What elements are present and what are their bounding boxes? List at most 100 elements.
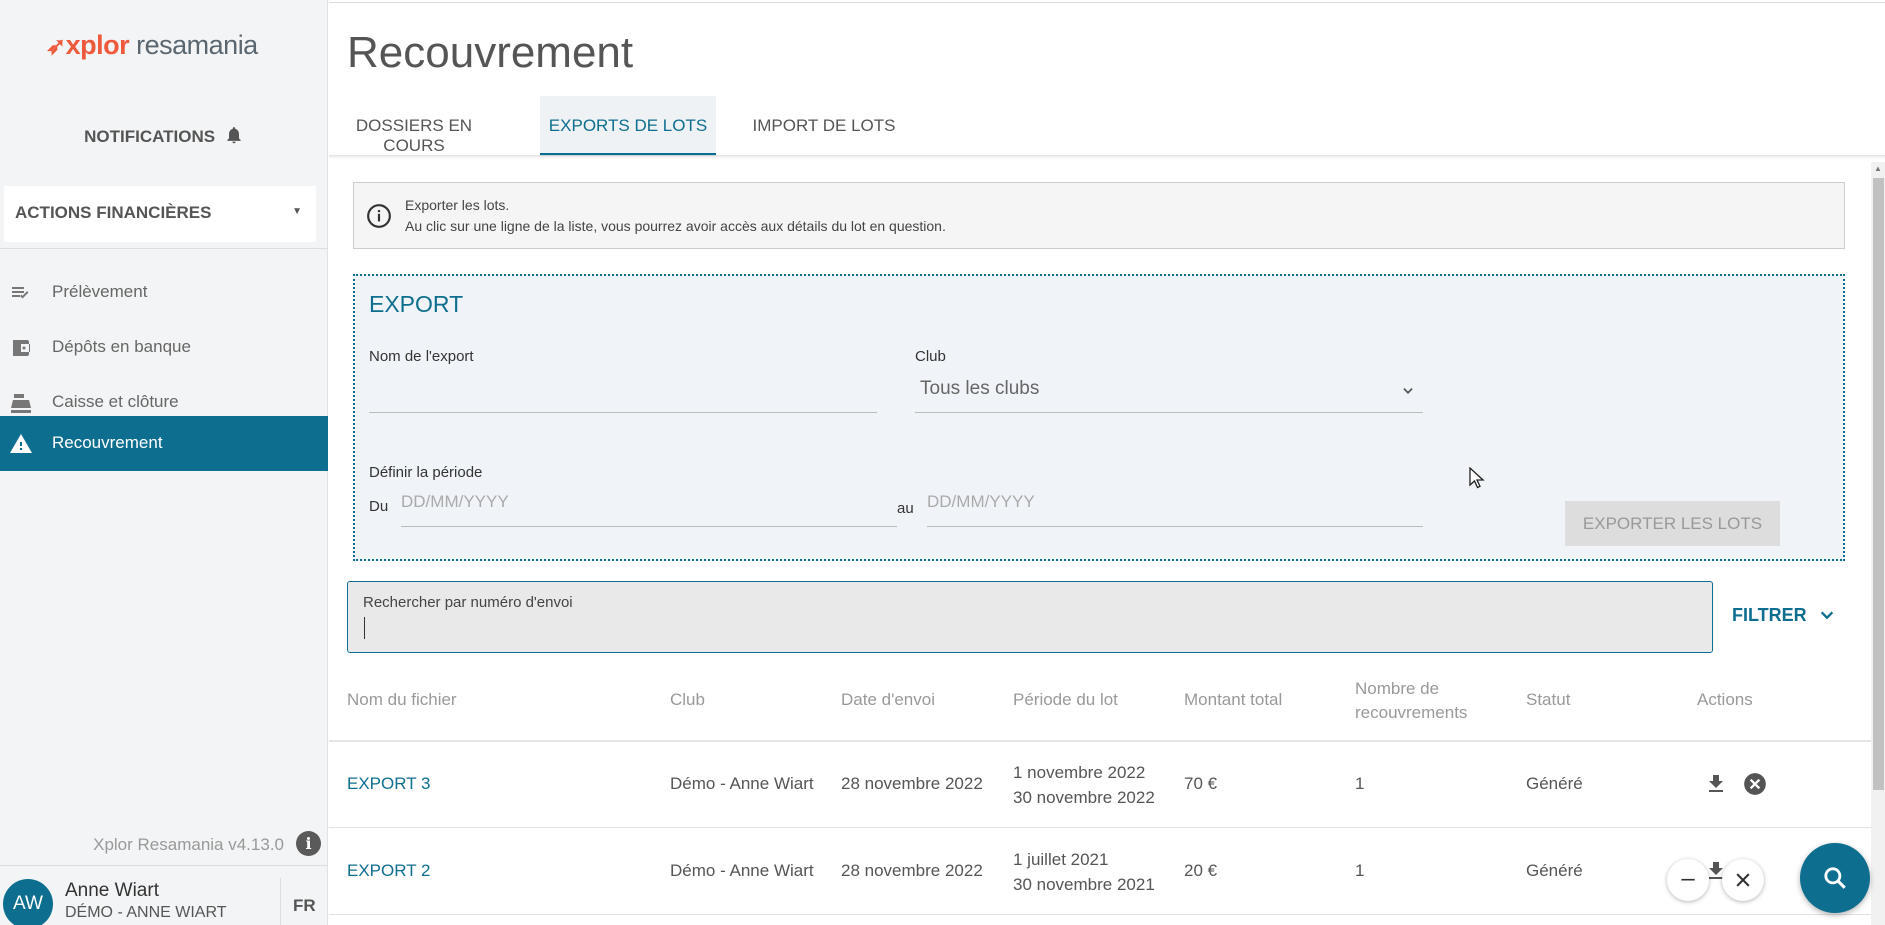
divider [280, 878, 281, 925]
date-to-input[interactable]: DD/MM/YYYY [927, 488, 1423, 518]
club-select[interactable]: Tous les clubs [915, 376, 1423, 410]
row-period-end: 30 novembre 2022 [1013, 788, 1155, 807]
notifications-label: NOTIFICATIONS [84, 127, 216, 146]
column-header-count-line2: recouvrements [1355, 703, 1468, 722]
row-period-end: 30 novembre 2021 [1013, 875, 1155, 894]
info-line-1: Exporter les lots. [405, 197, 510, 213]
info-line-2: Au clic sur une ligne de la liste, vous … [405, 218, 946, 234]
sidebar-item-label: Prélèvement [52, 282, 148, 301]
table-row[interactable]: EXPORT 2 Démo - Anne Wiart 28 novembre 2… [329, 829, 1871, 915]
rocket-icon: ➶ [46, 33, 66, 60]
row-period-start: 1 novembre 2022 [1013, 763, 1146, 782]
bell-icon [227, 127, 241, 144]
table-row[interactable]: EXPORT 3 Démo - Anne Wiart 28 novembre 2… [329, 742, 1871, 828]
sidebar-item-label: Recouvrement [52, 433, 163, 452]
tab-import-de-lots[interactable]: IMPORT DE LOTS [744, 96, 904, 156]
tab-label: IMPORT DE LOTS [752, 116, 896, 135]
section-select-actions-financieres[interactable]: ACTIONS FINANCIÈRES ▼ [4, 186, 316, 242]
row-status: Généré [1526, 774, 1583, 793]
export-name-underline [369, 412, 877, 413]
club-label: Club [915, 348, 946, 365]
tabs-divider [329, 155, 1885, 159]
app-logo[interactable]: ➶xplor resamania [46, 30, 258, 61]
user-club: DÉMO - ANNE WIART [65, 904, 227, 921]
export-lots-button[interactable]: EXPORTER LES LOTS [1565, 501, 1780, 546]
caret-down-icon: ▼ [292, 206, 302, 217]
user-name[interactable]: Anne Wiart [65, 880, 159, 902]
to-label: au [897, 500, 914, 517]
period-label: Définir la période [369, 464, 483, 481]
wallet-icon [13, 340, 30, 356]
chevron-down-icon [1403, 388, 1413, 394]
row-file-name[interactable]: EXPORT 3 [347, 774, 430, 794]
info-banner: Exporter les lots. Au clic sur une ligne… [353, 182, 1845, 249]
close-icon [1736, 873, 1750, 887]
minimize-button[interactable]: – [1667, 859, 1709, 901]
search-fab-button[interactable] [1800, 843, 1870, 913]
date-to-underline [927, 526, 1423, 527]
date-from-input[interactable]: DD/MM/YYYY [401, 488, 897, 518]
text-cursor [364, 617, 365, 639]
column-header-club[interactable]: Club [670, 690, 705, 710]
sidebar-item-depots-en-banque[interactable]: Dépôts en banque [0, 320, 328, 375]
export-title: EXPORT [369, 291, 464, 317]
row-amount: 20 € [1184, 861, 1218, 880]
avatar[interactable]: AW [3, 879, 53, 925]
divider [329, 2, 1885, 3]
sidebar-item-prelevement[interactable]: Prélèvement [0, 265, 328, 320]
warning-icon [10, 434, 32, 453]
filter-label: FILTRER [1732, 605, 1807, 625]
row-period: 1 novembre 2022 30 novembre 2022 [1013, 760, 1155, 810]
cash-register-icon [11, 394, 31, 413]
row-date: 28 novembre 2022 [841, 774, 983, 793]
row-status: Généré [1526, 861, 1583, 880]
cancel-icon[interactable] [1742, 771, 1768, 797]
export-name-input[interactable] [369, 372, 877, 402]
logo-resamania-text: resamania [136, 30, 258, 60]
search-label: Rechercher par numéro d'envoi [363, 594, 573, 611]
checklist-icon [12, 287, 29, 299]
scrollbar-thumb[interactable] [1873, 178, 1884, 790]
export-form: EXPORT Nom de l'export Club Tous les clu… [353, 274, 1845, 561]
column-header-file[interactable]: Nom du fichier [347, 690, 457, 710]
row-period: 1 juillet 2021 30 novembre 2021 [1013, 847, 1155, 897]
mouse-cursor-icon [1469, 467, 1485, 489]
filter-button[interactable]: FILTRER [1732, 605, 1836, 626]
download-icon[interactable] [1704, 772, 1728, 796]
divider [0, 865, 328, 866]
column-header-status[interactable]: Statut [1526, 690, 1570, 710]
scroll-up-arrow-icon[interactable]: ▲ [1874, 164, 1882, 173]
row-count: 1 [1355, 774, 1365, 793]
info-circle-icon [367, 204, 391, 228]
sidebar: ➶xplor resamania NOTIFICATIONS ACTIONS F… [0, 0, 328, 925]
close-button[interactable] [1722, 859, 1764, 901]
row-file-name[interactable]: EXPORT 2 [347, 861, 430, 881]
search-input[interactable]: Rechercher par numéro d'envoi [347, 581, 1713, 653]
scrollbar[interactable]: ▲ [1871, 162, 1885, 925]
chevron-down-icon [1820, 611, 1833, 620]
language-switch[interactable]: FR [293, 896, 316, 916]
tab-label: DOSSIERS EN COURS [355, 116, 473, 155]
logo-xplor-text: xplor [65, 30, 130, 60]
tab-exports-de-lots[interactable]: EXPORTS DE LOTS [540, 96, 716, 156]
column-header-count[interactable]: Nombre de recouvrements [1355, 677, 1467, 725]
column-header-actions: Actions [1697, 690, 1753, 709]
tab-dossiers-en-cours[interactable]: DOSSIERS EN COURS [329, 96, 499, 156]
row-club: Démo - Anne Wiart [670, 861, 814, 880]
app-version: Xplor Resamania v4.13.0 [93, 835, 284, 854]
export-name-label: Nom de l'export [369, 348, 474, 365]
sidebar-item-label: Caisse et clôture [52, 392, 179, 411]
info-icon[interactable]: i [296, 831, 321, 856]
row-count: 1 [1355, 861, 1365, 880]
tab-label: EXPORTS DE LOTS [548, 116, 708, 135]
section-label: ACTIONS FINANCIÈRES [15, 203, 212, 222]
main-content: Recouvrement DOSSIERS EN COURS EXPORTS D… [329, 0, 1885, 925]
notifications-button[interactable]: NOTIFICATIONS [0, 124, 328, 147]
column-header-period[interactable]: Période du lot [1013, 690, 1118, 710]
row-amount: 70 € [1184, 774, 1218, 793]
column-header-date[interactable]: Date d'envoi [841, 690, 935, 710]
column-header-count-line1: Nombre de [1355, 679, 1440, 698]
row-date: 28 novembre 2022 [841, 861, 983, 880]
sidebar-item-recouvrement[interactable]: Recouvrement [0, 416, 328, 471]
column-header-amount[interactable]: Montant total [1184, 690, 1282, 710]
